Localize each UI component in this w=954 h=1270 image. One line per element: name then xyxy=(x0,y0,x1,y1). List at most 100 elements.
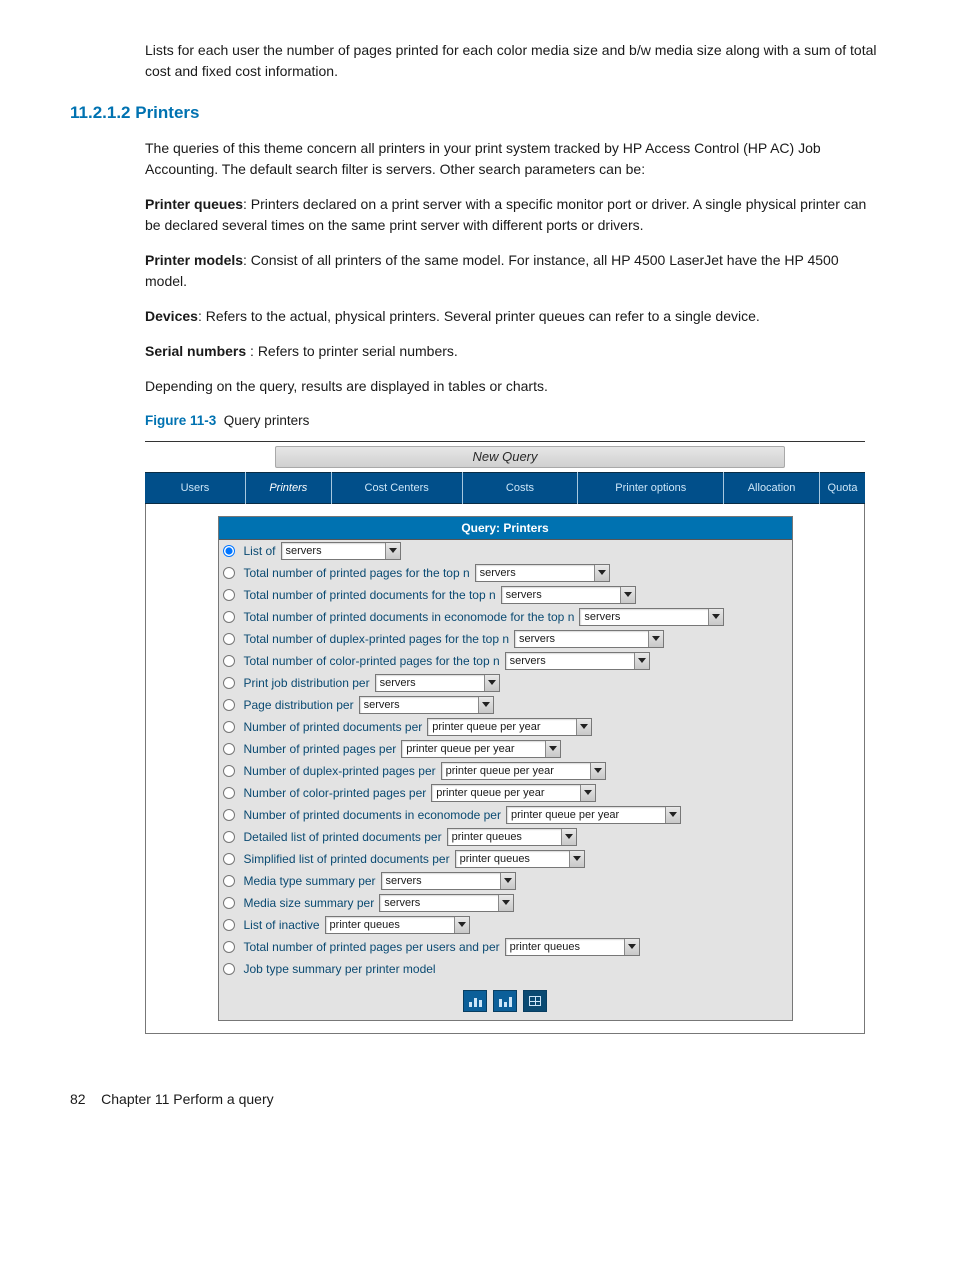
label-list-of: List of xyxy=(244,542,276,560)
def-serial-numbers: Serial numbers : Refers to printer seria… xyxy=(145,341,884,362)
radio-list-of[interactable] xyxy=(223,545,235,557)
tab-printers[interactable]: Printers xyxy=(246,472,331,504)
chevron-down-icon xyxy=(478,697,493,713)
select-duplex-pages-top-n[interactable]: servers xyxy=(514,630,664,648)
radio-color-pages-top-n[interactable] xyxy=(223,655,235,667)
query-row-num-pages-per: Number of printed pages per printer queu… xyxy=(219,738,792,760)
label-econ-docs-per: Number of printed documents in economode… xyxy=(244,806,501,824)
chevron-down-icon xyxy=(498,895,513,911)
def-serial-text: : Refers to printer serial numbers. xyxy=(246,343,458,359)
query-row-econ-docs-per: Number of printed documents in economode… xyxy=(219,804,792,826)
radio-page-dist[interactable] xyxy=(223,699,235,711)
select-color-pages-top-n[interactable]: servers xyxy=(505,652,650,670)
chevron-down-icon xyxy=(385,543,400,559)
label-media-size: Media size summary per xyxy=(244,894,375,912)
radio-job-type-summary[interactable] xyxy=(223,963,235,975)
select-color-pages-per[interactable]: printer queue per year xyxy=(431,784,596,802)
page-number: 82 xyxy=(70,1091,86,1107)
query-row-duplex-pages-per: Number of duplex-printed pages per print… xyxy=(219,760,792,782)
radio-econ-docs-top-n[interactable] xyxy=(223,611,235,623)
query-row-list-of: List of servers xyxy=(219,540,792,562)
chevron-down-icon xyxy=(594,565,609,581)
select-econ-docs-top-n[interactable]: servers xyxy=(579,608,724,626)
select-value: servers xyxy=(506,587,542,604)
select-printed-docs-top-n[interactable]: servers xyxy=(501,586,636,604)
chevron-down-icon xyxy=(545,741,560,757)
result-view-buttons xyxy=(219,980,792,1020)
tab-costs[interactable]: Costs xyxy=(463,472,578,504)
def-printer-models: Printer models: Consist of all printers … xyxy=(145,250,884,292)
chevron-down-icon xyxy=(648,631,663,647)
label-print-job-dist: Print job distribution per xyxy=(244,674,370,692)
radio-detailed-docs-per[interactable] xyxy=(223,831,235,843)
select-value: printer queues xyxy=(330,917,400,934)
label-detailed-docs-per: Detailed list of printed documents per xyxy=(244,828,442,846)
radio-simplified-docs-per[interactable] xyxy=(223,853,235,865)
select-page-dist[interactable]: servers xyxy=(359,696,494,714)
label-simplified-docs-per: Simplified list of printed documents per xyxy=(244,850,450,868)
query-row-print-job-dist: Print job distribution per servers xyxy=(219,672,792,694)
select-media-size[interactable]: servers xyxy=(379,894,514,912)
query-row-simplified-docs-per: Simplified list of printed documents per… xyxy=(219,848,792,870)
select-pages-users-per[interactable]: printer queues xyxy=(505,938,640,956)
select-num-pages-per[interactable]: printer queue per year xyxy=(401,740,561,758)
query-row-inactive: List of inactive printer queues xyxy=(219,914,792,936)
def-printer-models-label: Printer models xyxy=(145,252,243,268)
radio-media-size[interactable] xyxy=(223,897,235,909)
radio-num-pages-per[interactable] xyxy=(223,743,235,755)
chart-bar-alt-button[interactable] xyxy=(493,990,517,1012)
tab-users[interactable]: Users xyxy=(145,472,245,504)
figure-title: Query printers xyxy=(224,413,310,428)
select-value: printer queues xyxy=(452,829,522,846)
radio-color-pages-per[interactable] xyxy=(223,787,235,799)
select-printed-pages-top-n[interactable]: servers xyxy=(475,564,610,582)
radio-printed-docs-top-n[interactable] xyxy=(223,589,235,601)
select-value: printer queue per year xyxy=(436,785,544,802)
select-detailed-docs-per[interactable]: printer queues xyxy=(447,828,577,846)
tab-printer-options[interactable]: Printer options xyxy=(578,472,723,504)
radio-inactive[interactable] xyxy=(223,919,235,931)
chevron-down-icon xyxy=(580,785,595,801)
radio-print-job-dist[interactable] xyxy=(223,677,235,689)
tab-cost-centers[interactable]: Cost Centers xyxy=(332,472,462,504)
intro-paragraph: Lists for each user the number of pages … xyxy=(145,40,884,82)
select-num-docs-per[interactable]: printer queue per year xyxy=(427,718,592,736)
chevron-down-icon xyxy=(569,851,584,867)
radio-pages-users-per[interactable] xyxy=(223,941,235,953)
select-value: servers xyxy=(384,895,420,912)
figure-label: Figure 11-3 xyxy=(145,413,216,428)
select-media-type[interactable]: servers xyxy=(381,872,516,890)
radio-duplex-pages-per[interactable] xyxy=(223,765,235,777)
select-duplex-pages-per[interactable]: printer queue per year xyxy=(441,762,606,780)
new-query-title-bar: New Query xyxy=(145,442,865,472)
chevron-down-icon xyxy=(590,763,605,779)
query-row-duplex-pages-top-n: Total number of duplex-printed pages for… xyxy=(219,628,792,650)
query-panel-header: Query: Printers xyxy=(219,517,792,540)
chevron-down-icon xyxy=(454,917,469,933)
select-value: servers xyxy=(386,873,422,890)
select-value: servers xyxy=(480,565,516,582)
radio-econ-docs-per[interactable] xyxy=(223,809,235,821)
select-list-of[interactable]: servers xyxy=(281,542,401,560)
select-value: servers xyxy=(286,543,322,560)
select-inactive[interactable]: printer queues xyxy=(325,916,470,934)
def-devices: Devices: Refers to the actual, physical … xyxy=(145,306,884,327)
label-job-type-summary: Job type summary per printer model xyxy=(244,960,436,978)
chevron-down-icon xyxy=(634,653,649,669)
tab-quota[interactable]: Quota xyxy=(820,472,865,504)
tab-allocation[interactable]: Allocation xyxy=(724,472,819,504)
new-query-label: New Query xyxy=(472,447,537,467)
select-value: servers xyxy=(364,697,400,714)
query-panel-outer: Query: Printers List of servers Total nu… xyxy=(145,504,865,1034)
select-print-job-dist[interactable]: servers xyxy=(375,674,500,692)
select-simplified-docs-per[interactable]: printer queues xyxy=(455,850,585,868)
radio-duplex-pages-top-n[interactable] xyxy=(223,633,235,645)
radio-num-docs-per[interactable] xyxy=(223,721,235,733)
def-devices-label: Devices xyxy=(145,308,198,324)
chart-bar-button[interactable] xyxy=(463,990,487,1012)
depending-paragraph: Depending on the query, results are disp… xyxy=(145,376,884,397)
select-econ-docs-per[interactable]: printer queue per year xyxy=(506,806,681,824)
radio-printed-pages-top-n[interactable] xyxy=(223,567,235,579)
table-view-button[interactable] xyxy=(523,990,547,1012)
radio-media-type[interactable] xyxy=(223,875,235,887)
